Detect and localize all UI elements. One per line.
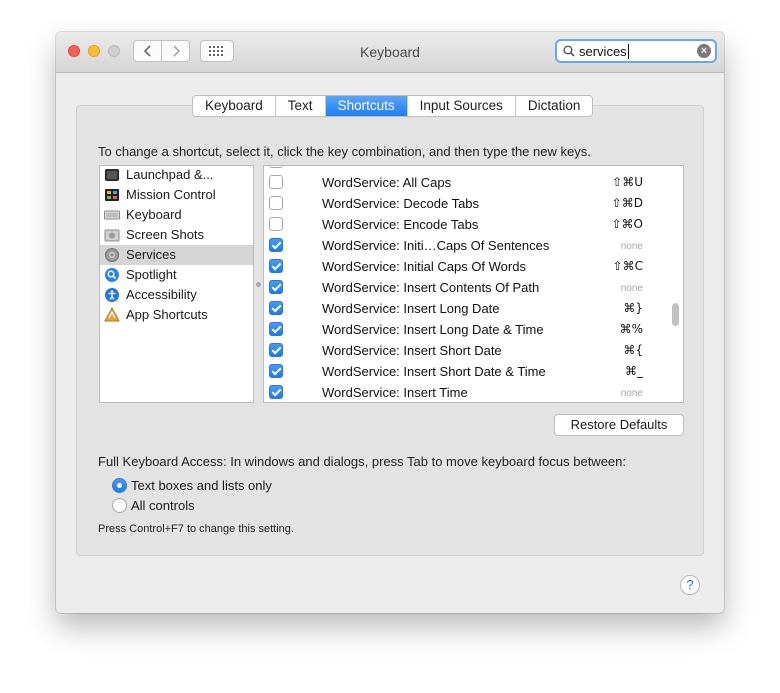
- category-item-spotlight[interactable]: Spotlight: [100, 265, 253, 285]
- category-item-keyboard[interactable]: Keyboard: [100, 205, 253, 225]
- category-item-app-shortcuts[interactable]: App Shortcuts: [100, 305, 253, 325]
- shortcut-checkbox[interactable]: [269, 175, 283, 189]
- category-label: Accessibility: [126, 287, 197, 302]
- shortcut-key[interactable]: ⇧⌘O: [612, 217, 644, 231]
- radio-label: Text boxes and lists only: [131, 478, 272, 493]
- scrollbar-thumb[interactable]: [672, 303, 679, 326]
- spotlight-icon: [105, 268, 119, 282]
- shortcut-checkbox[interactable]: [269, 196, 283, 210]
- shortcut-name: WordService: Encode Tabs: [322, 217, 479, 232]
- shortcut-name: WordService: Initi…Caps Of Sentences: [322, 238, 550, 253]
- search-icon: [563, 45, 575, 57]
- shortcut-name: WordService: Insert Short Date & Time: [322, 364, 546, 379]
- category-label: Services: [126, 247, 176, 262]
- category-item-launchpad[interactable]: Launchpad &...: [100, 166, 253, 185]
- instructions-text: To change a shortcut, select it, click t…: [98, 144, 591, 159]
- app-shortcuts-icon: [104, 307, 120, 322]
- category-label: Screen Shots: [126, 227, 205, 242]
- category-item-services[interactable]: Services: [100, 245, 253, 265]
- shortcut-checkbox[interactable]: [269, 280, 283, 294]
- accessibility-icon: [105, 288, 119, 302]
- shortcut-key[interactable]: none: [621, 388, 643, 399]
- shortcut-name: WordService: All Caps: [322, 175, 452, 190]
- shortcut-name: WordService: Insert Long Date: [322, 301, 500, 316]
- tab-dictation[interactable]: Dictation: [516, 96, 593, 116]
- shortcut-key[interactable]: ⌘}: [623, 301, 643, 315]
- keyboard-icon: [104, 210, 120, 220]
- shortcut-key[interactable]: ⌘%: [620, 322, 643, 336]
- shortcut-checkbox[interactable]: [269, 301, 283, 315]
- shortcut-key[interactable]: ⇧⌘U: [612, 175, 643, 189]
- screenshot-icon: [104, 229, 120, 242]
- shortcut-name: WordService: Initial Caps Of Words: [322, 259, 526, 274]
- title-bar: Keyboard ×: [56, 32, 724, 73]
- shortcut-checkbox[interactable]: [269, 385, 283, 399]
- shortcut-row[interactable]: WordService: Insert Long Date ⌘}: [264, 298, 683, 319]
- shortcut-name: WordService: Insert Long Date & Time: [322, 322, 544, 337]
- shortcut-key[interactable]: ⌘_: [625, 364, 643, 378]
- shortcut-checkbox[interactable]: [269, 166, 283, 168]
- shortcut-checkbox[interactable]: [269, 259, 283, 273]
- shortcut-row[interactable]: WordService: Insert Short Date ⌘{: [264, 340, 683, 361]
- shortcut-key[interactable]: ⌘{: [623, 343, 643, 357]
- radio-button[interactable]: [112, 498, 127, 513]
- shortcut-name: WordService: Insert Short Date: [322, 343, 502, 358]
- radio-label: All controls: [131, 498, 195, 513]
- shortcut-name: WordService: Insert Contents Of Path: [322, 280, 540, 295]
- category-item-mission-control[interactable]: Mission Control: [100, 185, 253, 205]
- category-label: Keyboard: [126, 207, 182, 222]
- shortcut-row[interactable]: WordService: Decode Tabs ⇧⌘D: [264, 193, 683, 214]
- mission-control-icon: [105, 189, 119, 201]
- shortcut-name: WordService: Insert Time: [322, 385, 468, 400]
- category-label: Mission Control: [126, 187, 216, 202]
- shortcut-checkbox[interactable]: [269, 322, 283, 336]
- full-keyboard-access-label: Full Keyboard Access: In windows and dia…: [98, 454, 626, 469]
- shortcut-key[interactable]: ⇧⌘C: [613, 259, 643, 273]
- shortcut-key[interactable]: ⇧⌘D: [612, 196, 643, 210]
- category-label: Spotlight: [126, 267, 177, 282]
- shortcut-row[interactable]: WordService: All Caps ⇧⌘U: [264, 172, 683, 193]
- text-caret: [628, 44, 629, 59]
- shortcut-list[interactable]: WordService: All Caps ⇧⌘U WordService: D…: [263, 165, 684, 403]
- search-field[interactable]: ×: [555, 39, 717, 63]
- keyboard-access-hint: Press Control+F7 to change this setting.: [98, 523, 294, 535]
- help-button[interactable]: ?: [680, 575, 700, 595]
- category-label: App Shortcuts: [126, 307, 208, 322]
- tab-shortcuts[interactable]: Shortcuts: [325, 96, 408, 116]
- shortcut-row[interactable]: WordService: Initi…Caps Of Sentences non…: [264, 235, 683, 256]
- shortcut-key[interactable]: none: [621, 283, 643, 294]
- restore-defaults-button[interactable]: Restore Defaults: [554, 414, 684, 436]
- shortcut-checkbox[interactable]: [269, 238, 283, 252]
- category-item-screen-shots[interactable]: Screen Shots: [100, 225, 253, 245]
- gear-icon: [105, 248, 119, 262]
- shortcut-name: WordService: Decode Tabs: [322, 196, 480, 211]
- shortcut-checkbox[interactable]: [269, 217, 283, 231]
- shortcut-key[interactable]: none: [621, 241, 643, 252]
- shortcut-checkbox[interactable]: [269, 343, 283, 357]
- launchpad-icon: [105, 169, 119, 181]
- tab-input-sources[interactable]: Input Sources: [408, 96, 516, 116]
- shortcut-row[interactable]: WordService: Initial Caps Of Words ⇧⌘C: [264, 256, 683, 277]
- keyboard-preferences-window: Keyboard × Keyboard Text Shortcuts Input…: [56, 32, 724, 613]
- shortcut-row-partial: [264, 166, 683, 172]
- shortcut-row[interactable]: WordService: Insert Contents Of Path non…: [264, 277, 683, 298]
- shortcut-row[interactable]: WordService: Insert Short Date & Time ⌘_: [264, 361, 683, 382]
- category-item-accessibility[interactable]: Accessibility: [100, 285, 253, 305]
- radio-button[interactable]: [112, 478, 127, 493]
- clear-search-icon[interactable]: ×: [697, 44, 711, 58]
- tab-bar: Keyboard Text Shortcuts Input Sources Di…: [192, 95, 594, 117]
- tab-text[interactable]: Text: [276, 96, 326, 116]
- shortcut-checkbox[interactable]: [269, 364, 283, 378]
- shortcut-category-list[interactable]: Launchpad &... Mission Control Keyboard …: [99, 165, 254, 403]
- tab-keyboard[interactable]: Keyboard: [193, 96, 276, 116]
- shortcut-row[interactable]: WordService: Insert Time none: [264, 382, 683, 402]
- shortcut-row[interactable]: WordService: Encode Tabs ⇧⌘O: [264, 214, 683, 235]
- search-input[interactable]: [579, 43, 691, 59]
- shortcut-row[interactable]: WordService: Insert Long Date & Time ⌘%: [264, 319, 683, 340]
- category-label: Launchpad &...: [126, 167, 214, 182]
- split-view-divider-handle[interactable]: [256, 282, 261, 287]
